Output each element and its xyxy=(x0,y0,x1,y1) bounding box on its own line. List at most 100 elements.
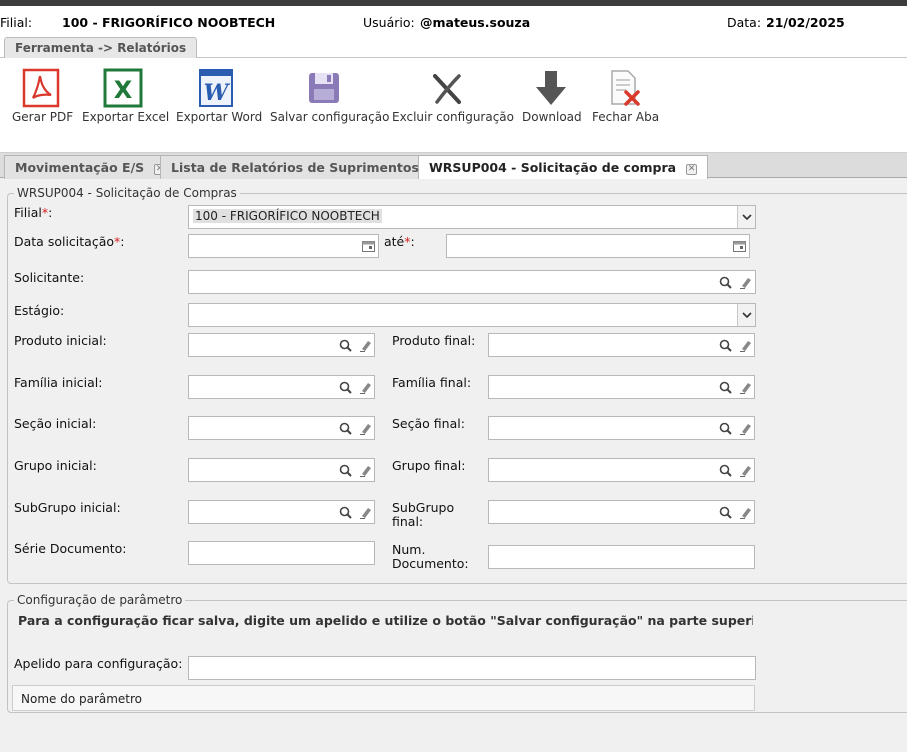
ate-label: até*: xyxy=(384,234,415,249)
eraser-icon[interactable] xyxy=(736,334,754,356)
save-config-button[interactable]: Salvar configuração xyxy=(270,68,390,124)
tab-label: Lista de Relatórios de Suprimentos xyxy=(171,160,419,175)
search-icon[interactable] xyxy=(336,334,354,356)
eraser-icon[interactable] xyxy=(736,376,754,398)
tab-movimentacao[interactable]: Movimentação E/S✕ xyxy=(4,155,177,179)
secao-final-input[interactable] xyxy=(488,416,755,440)
export-excel-button[interactable]: X Exportar Excel xyxy=(82,68,170,124)
data-inicial-input[interactable] xyxy=(188,234,379,258)
tab-lista-relatorios[interactable]: Lista de Relatórios de Suprimentos✕ xyxy=(160,155,451,179)
subgrupo-inicial-label: SubGrupo inicial: xyxy=(14,500,121,515)
excel-icon: X xyxy=(103,68,143,108)
delete-x-icon xyxy=(433,74,461,104)
filial-select[interactable]: 100 - FRIGORÍFICO NOOBTECH xyxy=(188,205,756,229)
delete-config-button[interactable]: Excluir configuração xyxy=(392,68,514,124)
search-icon[interactable] xyxy=(716,271,734,293)
report-tabs: Movimentação E/S✕ Lista de Relatórios de… xyxy=(0,152,907,180)
secao-inicial-label: Seção inicial: xyxy=(14,416,97,431)
breadcrumb[interactable]: Ferramenta -> Relatórios xyxy=(4,37,198,58)
search-icon[interactable] xyxy=(716,501,734,523)
close-icon[interactable]: ✕ xyxy=(686,164,698,175)
generate-pdf-button[interactable]: Gerar PDF xyxy=(12,68,74,124)
produto-final-input[interactable] xyxy=(488,333,755,357)
header-bar: Filial: 100 - FRIGORÍFICO NOOBTECH Usuár… xyxy=(0,6,907,36)
form-legend: WRSUP004 - Solicitação de Compras xyxy=(17,186,237,200)
params-grid-header: Nome do parâmetro xyxy=(12,685,755,711)
params-legend: Configuração de parâmetro xyxy=(17,593,183,607)
eraser-icon[interactable] xyxy=(356,334,374,356)
data-final-input[interactable] xyxy=(446,234,750,258)
search-icon[interactable] xyxy=(716,417,734,439)
data-solicitacao-label: Data solicitação*: xyxy=(14,234,125,249)
search-icon[interactable] xyxy=(716,459,734,481)
num-documento-label: Num. Documento: xyxy=(392,542,469,571)
toolbar: Gerar PDF X Exportar Excel W Exportar Wo… xyxy=(0,58,907,152)
download-label: Download xyxy=(522,110,582,124)
search-icon[interactable] xyxy=(336,501,354,523)
eraser-icon[interactable] xyxy=(736,271,754,293)
calendar-icon[interactable] xyxy=(730,235,748,257)
familia-inicial-label: Família inicial: xyxy=(14,375,103,390)
save-floppy-icon xyxy=(309,73,339,103)
user-value: @mateus.souza xyxy=(420,15,531,30)
delete-config-label: Excluir configuração xyxy=(392,110,514,124)
filial-label: Filial*: xyxy=(14,205,53,220)
filial-dropdown-button[interactable] xyxy=(737,206,755,228)
eraser-icon[interactable] xyxy=(356,501,374,523)
search-icon[interactable] xyxy=(716,334,734,356)
download-arrow-icon xyxy=(536,71,566,105)
params-info-text: Para a configuração ficar salva, digite … xyxy=(18,613,753,628)
secao-final-label: Seção final: xyxy=(392,416,465,431)
breadcrumb-strip: Ferramenta -> Relatórios xyxy=(0,36,907,58)
familia-final-input[interactable] xyxy=(488,375,755,399)
tab-label: WRSUP004 - Solicitação de compra xyxy=(429,160,677,175)
close-document-icon xyxy=(611,70,640,106)
subgrupo-final-input[interactable] xyxy=(488,500,755,524)
eraser-icon[interactable] xyxy=(736,417,754,439)
grupo-final-label: Grupo final: xyxy=(392,458,466,473)
calendar-icon[interactable] xyxy=(359,235,377,257)
save-config-label: Salvar configuração xyxy=(270,110,390,124)
download-button[interactable]: Download xyxy=(522,68,582,124)
grupo-inicial-label: Grupo inicial: xyxy=(14,458,97,473)
export-word-button[interactable]: W Exportar Word xyxy=(176,68,263,124)
date-label: Data: xyxy=(727,15,762,30)
eraser-icon[interactable] xyxy=(356,417,374,439)
export-excel-label: Exportar Excel xyxy=(82,110,170,124)
solicitante-input[interactable] xyxy=(188,270,756,294)
generate-pdf-label: Gerar PDF xyxy=(12,110,74,124)
eraser-icon[interactable] xyxy=(736,501,754,523)
filial-header-value: 100 - FRIGORÍFICO NOOBTECH xyxy=(62,15,276,30)
export-word-label: Exportar Word xyxy=(176,110,263,124)
apelido-label: Apelido para configuração: xyxy=(14,656,183,671)
search-icon[interactable] xyxy=(336,417,354,439)
serie-documento-input[interactable] xyxy=(188,541,375,565)
solicitante-label: Solicitante: xyxy=(14,270,85,285)
report-content: WRSUP004 - Solicitação de Compras Filial… xyxy=(0,179,907,752)
chevron-down-icon xyxy=(741,214,752,220)
filial-selected-value: 100 - FRIGORÍFICO NOOBTECH xyxy=(193,209,382,223)
grupo-final-input[interactable] xyxy=(488,458,755,482)
svg-text:X: X xyxy=(114,76,133,104)
eraser-icon[interactable] xyxy=(356,459,374,481)
tab-wrsup004[interactable]: WRSUP004 - Solicitação de compra ✕ xyxy=(418,155,709,180)
eraser-icon[interactable] xyxy=(736,459,754,481)
produto-inicial-label: Produto inicial: xyxy=(14,333,107,348)
apelido-input[interactable] xyxy=(188,656,756,680)
chevron-down-icon xyxy=(741,312,752,318)
close-tab-button[interactable]: Fechar Aba xyxy=(592,68,660,124)
close-tab-label: Fechar Aba xyxy=(592,110,660,124)
search-icon[interactable] xyxy=(336,376,354,398)
produto-final-label: Produto final: xyxy=(392,333,476,348)
search-icon[interactable] xyxy=(336,459,354,481)
familia-final-label: Família final: xyxy=(392,375,472,390)
estagio-select[interactable] xyxy=(188,303,756,327)
svg-text:W: W xyxy=(204,80,231,106)
num-documento-input[interactable] xyxy=(488,545,755,569)
pdf-icon xyxy=(22,68,60,108)
word-icon: W xyxy=(199,69,233,107)
eraser-icon[interactable] xyxy=(356,376,374,398)
estagio-dropdown-button[interactable] xyxy=(737,304,755,326)
estagio-label: Estágio: xyxy=(14,303,65,318)
search-icon[interactable] xyxy=(716,376,734,398)
